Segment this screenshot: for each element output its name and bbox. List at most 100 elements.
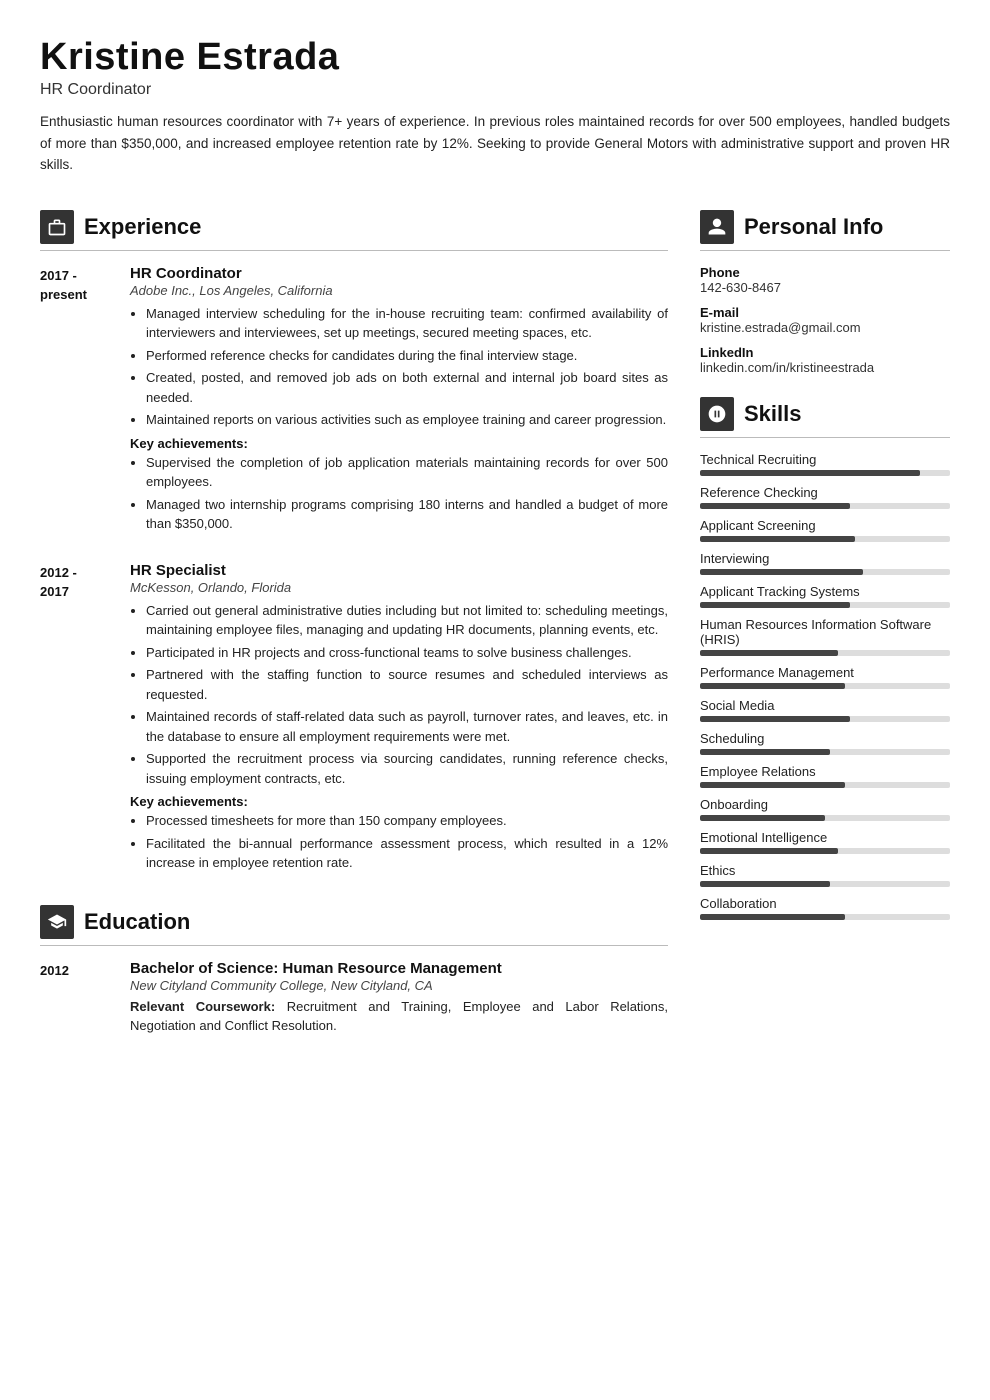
skill-name-13: Collaboration — [700, 896, 950, 911]
skill-bar-bg-11 — [700, 848, 950, 854]
bullet-2-4: Maintained records of staff-related data… — [146, 707, 668, 746]
header: Kristine Estrada HR Coordinator Enthusia… — [40, 36, 950, 176]
education-icon-box — [40, 905, 74, 939]
skill-bar-bg-4 — [700, 602, 950, 608]
skill-item-9: Employee Relations — [700, 764, 950, 788]
entry-achievements-2: Processed timesheets for more than 150 c… — [130, 811, 668, 873]
skill-name-0: Technical Recruiting — [700, 452, 950, 467]
bullet-2-5: Supported the recruitment process via so… — [146, 749, 668, 788]
bullet-2-2: Participated in HR projects and cross-fu… — [146, 643, 668, 663]
skill-bar-bg-13 — [700, 914, 950, 920]
skill-item-1: Reference Checking — [700, 485, 950, 509]
entry-bullets-1: Managed interview scheduling for the in-… — [130, 304, 668, 430]
key-achievements-label-1: Key achievements: — [130, 436, 668, 451]
skill-bar-fill-8 — [700, 749, 830, 755]
achievement-2-1: Processed timesheets for more than 150 c… — [146, 811, 668, 831]
skill-name-8: Scheduling — [700, 731, 950, 746]
skill-item-13: Collaboration — [700, 896, 950, 920]
education-entry-1: 2012 Bachelor of Science: Human Resource… — [40, 960, 668, 1036]
skill-bar-bg-3 — [700, 569, 950, 575]
skill-bar-bg-2 — [700, 536, 950, 542]
achievement-2-2: Facilitated the bi-annual performance as… — [146, 834, 668, 873]
skill-bar-bg-9 — [700, 782, 950, 788]
skill-name-1: Reference Checking — [700, 485, 950, 500]
email-label: E-mail — [700, 305, 950, 320]
skill-bar-fill-13 — [700, 914, 845, 920]
skill-bar-fill-7 — [700, 716, 850, 722]
skill-bar-bg-5 — [700, 650, 950, 656]
skill-bar-fill-2 — [700, 536, 855, 542]
skill-item-6: Performance Management — [700, 665, 950, 689]
skill-name-12: Ethics — [700, 863, 950, 878]
entry-content-1: HR Coordinator Adobe Inc., Los Angeles, … — [130, 265, 668, 538]
experience-section: Experience 2017 - present HR Coordinator… — [40, 210, 668, 877]
resume-page: Kristine Estrada HR Coordinator Enthusia… — [0, 0, 990, 1400]
bullet-2-3: Partnered with the staffing function to … — [146, 665, 668, 704]
skill-bar-bg-1 — [700, 503, 950, 509]
summary: Enthusiastic human resources coordinator… — [40, 111, 950, 176]
skill-bar-bg-0 — [700, 470, 950, 476]
job-title: HR Coordinator — [40, 81, 950, 99]
left-column: Experience 2017 - present HR Coordinator… — [40, 210, 668, 1060]
linkedin-item: LinkedIn linkedin.com/in/kristineestrada — [700, 345, 950, 375]
bullet-2-1: Carried out general administrative dutie… — [146, 601, 668, 640]
edu-date-1: 2012 — [40, 960, 130, 1036]
experience-heading: Experience — [40, 210, 668, 251]
skill-bar-fill-5 — [700, 650, 838, 656]
edu-degree-1: Bachelor of Science: Human Resource Mana… — [130, 960, 668, 977]
entry-company-2: McKesson, Orlando, Florida — [130, 580, 668, 595]
skill-item-2: Applicant Screening — [700, 518, 950, 542]
skill-item-0: Technical Recruiting — [700, 452, 950, 476]
skill-name-4: Applicant Tracking Systems — [700, 584, 950, 599]
skill-bar-fill-12 — [700, 881, 830, 887]
skill-bar-fill-1 — [700, 503, 850, 509]
email-item: E-mail kristine.estrada@gmail.com — [700, 305, 950, 335]
personal-info-icon-box — [700, 210, 734, 244]
skill-item-4: Applicant Tracking Systems — [700, 584, 950, 608]
education-title: Education — [84, 909, 190, 935]
entry-achievements-1: Supervised the completion of job applica… — [130, 453, 668, 534]
bullet-1-4: Maintained reports on various activities… — [146, 410, 668, 430]
education-section: Education 2012 Bachelor of Science: Huma… — [40, 905, 668, 1036]
candidate-name: Kristine Estrada — [40, 36, 950, 79]
right-column: Personal Info Phone 142-630-8467 E-mail … — [700, 210, 950, 1060]
entry-title-2: HR Specialist — [130, 562, 668, 579]
entry-date-2: 2012 - 2017 — [40, 562, 130, 877]
email-value: kristine.estrada@gmail.com — [700, 320, 950, 335]
personal-info-heading: Personal Info — [700, 210, 950, 251]
skill-bar-fill-0 — [700, 470, 920, 476]
bullet-1-3: Created, posted, and removed job ads on … — [146, 368, 668, 407]
skill-bar-bg-12 — [700, 881, 950, 887]
skill-item-10: Onboarding — [700, 797, 950, 821]
experience-icon-box — [40, 210, 74, 244]
achievement-1-1: Supervised the completion of job applica… — [146, 453, 668, 492]
skill-name-2: Applicant Screening — [700, 518, 950, 533]
skill-item-5: Human Resources Information Software (HR… — [700, 617, 950, 656]
personal-info-title: Personal Info — [744, 214, 883, 240]
main-layout: Experience 2017 - present HR Coordinator… — [40, 210, 950, 1060]
skill-item-7: Social Media — [700, 698, 950, 722]
entry-bullets-2: Carried out general administrative dutie… — [130, 601, 668, 789]
skill-name-9: Employee Relations — [700, 764, 950, 779]
skill-name-3: Interviewing — [700, 551, 950, 566]
experience-entry-1: 2017 - present HR Coordinator Adobe Inc.… — [40, 265, 668, 538]
graduation-icon — [47, 912, 67, 932]
skill-bar-fill-6 — [700, 683, 845, 689]
experience-title: Experience — [84, 214, 201, 240]
entry-date-1: 2017 - present — [40, 265, 130, 538]
linkedin-value: linkedin.com/in/kristineestrada — [700, 360, 950, 375]
skills-title: Skills — [744, 401, 801, 427]
skill-bar-bg-10 — [700, 815, 950, 821]
skills-heading: Skills — [700, 397, 950, 438]
experience-entry-2: 2012 - 2017 HR Specialist McKesson, Orla… — [40, 562, 668, 877]
edu-school-1: New Cityland Community College, New City… — [130, 978, 668, 993]
personal-info-section: Personal Info Phone 142-630-8467 E-mail … — [700, 210, 950, 375]
entry-content-2: HR Specialist McKesson, Orlando, Florida… — [130, 562, 668, 877]
skill-name-6: Performance Management — [700, 665, 950, 680]
achievement-1-2: Managed two internship programs comprisi… — [146, 495, 668, 534]
skill-item-12: Ethics — [700, 863, 950, 887]
skill-bar-fill-9 — [700, 782, 845, 788]
briefcase-icon — [47, 217, 67, 237]
skill-name-11: Emotional Intelligence — [700, 830, 950, 845]
person-icon — [707, 217, 727, 237]
